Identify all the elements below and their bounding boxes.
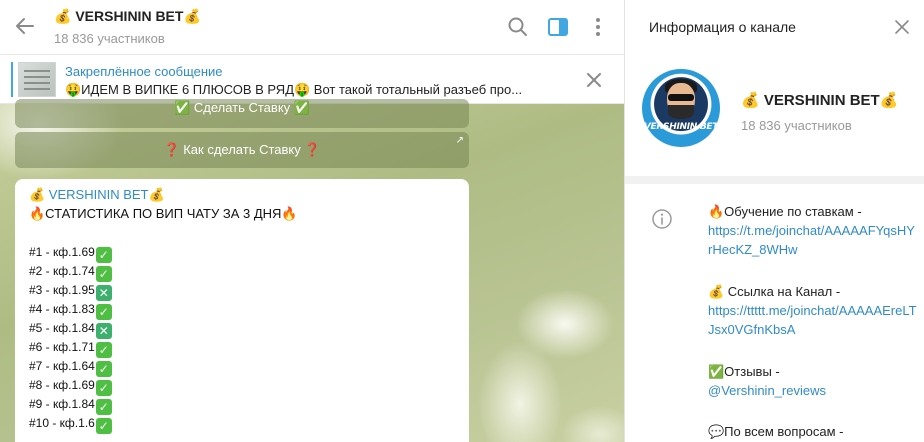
check-mark-icon: ✓ bbox=[95, 266, 112, 282]
search-icon[interactable] bbox=[506, 15, 530, 39]
message-bubble: 💰 VERSHININ BET💰 🔥СТАТИСТИКА ПО ВИП ЧАТУ… bbox=[15, 179, 469, 442]
stat-row: #1 - кф.1.69 ✓ bbox=[29, 243, 112, 263]
make-bet-label: ✅ Сделать Ставку ✅ bbox=[174, 100, 310, 115]
check-mark-icon: ✓ bbox=[95, 304, 112, 320]
stat-row: #5 - кф.1.84 ✕ bbox=[29, 319, 112, 339]
more-vertical-icon[interactable] bbox=[586, 15, 610, 39]
pinned-title: Закреплённое сообщение bbox=[65, 64, 223, 79]
info-section-label: 🔥Обучение по ставкам - bbox=[708, 204, 862, 219]
check-mark-icon: ✓ bbox=[95, 361, 112, 377]
external-link-icon: ↗ bbox=[455, 135, 464, 146]
stat-label: #1 - кф.1.69 bbox=[29, 245, 95, 259]
message-sender[interactable]: 💰 VERSHININ BET💰 bbox=[29, 187, 165, 203]
close-icon[interactable] bbox=[894, 19, 910, 35]
make-bet-button[interactable]: ✅ Сделать Ставку ✅ bbox=[15, 99, 469, 128]
info-panel-title: Информация о канале bbox=[649, 19, 796, 35]
chat-pane: 💰 VERSHININ BET💰 18 836 участников Закре… bbox=[0, 0, 624, 442]
info-section-label: 💬По всем вопросам - bbox=[708, 424, 844, 439]
info-section-training: 🔥Обучение по ставкам - https://t.me/join… bbox=[708, 202, 918, 259]
stat-label: #10 - кф.1.6 bbox=[29, 416, 95, 430]
chat-header[interactable]: 💰 VERSHININ BET💰 18 836 участников bbox=[0, 0, 624, 55]
channel-member-count: 18 836 участников bbox=[741, 118, 852, 133]
info-section-label: ✅Отзывы - bbox=[708, 364, 780, 379]
stat-label: #7 - кф.1.64 bbox=[29, 359, 95, 373]
check-mark-icon: ✓ bbox=[95, 342, 112, 358]
stat-row: #9 - кф.1.84 ✓ bbox=[29, 395, 112, 415]
cross-mark-icon: ✕ bbox=[95, 285, 112, 301]
info-icon bbox=[652, 209, 672, 229]
stat-row: #7 - кф.1.64 ✓ bbox=[29, 357, 112, 377]
channel-info-panel: Информация о канале VERSHININ BET 💰 VERS… bbox=[624, 0, 924, 442]
chat-member-count: 18 836 участников bbox=[54, 31, 165, 46]
avatar-beard bbox=[668, 105, 694, 119]
stat-label: #5 - кф.1.84 bbox=[29, 321, 95, 335]
how-to-bet-label: ❓ Как сделать Ставку ❓ bbox=[163, 142, 321, 157]
chat-title[interactable]: 💰 VERSHININ BET💰 bbox=[54, 8, 201, 25]
cross-mark-icon: ✕ bbox=[95, 323, 112, 339]
info-section-link[interactable]: https://ttttt.me/joinchat/AAAAAEreLTJsx0… bbox=[708, 301, 918, 339]
pinned-accent-bar bbox=[11, 62, 13, 97]
pinned-preview-text: 🤑ИДЕМ В ВИПКЕ 6 ПЛЮСОВ В РЯД🤑 Вот такой … bbox=[65, 82, 523, 97]
message-headline: 🔥СТАТИСТИКА ПО ВИП ЧАТУ ЗА 3 ДНЯ🔥 bbox=[29, 206, 298, 221]
stat-label: #3 - кф.1.95 bbox=[29, 283, 95, 297]
stat-label: #8 - кф.1.69 bbox=[29, 378, 95, 392]
info-section-link[interactable]: @Vershinin_reviews bbox=[708, 381, 918, 400]
info-section-link[interactable]: https://t.me/joinchat/AAAAAFYqsHYrHecKZ_… bbox=[708, 221, 918, 259]
channel-profile: VERSHININ BET 💰 VERSHININ BET💰 18 836 уч… bbox=[625, 55, 924, 176]
stat-row: #10 - кф.1.6 ✓ bbox=[29, 414, 112, 434]
stat-label: #4 - кф.1.83 bbox=[29, 302, 95, 316]
check-mark-icon: ✓ bbox=[95, 418, 112, 434]
pinned-message-bar[interactable]: Закреплённое сообщение 🤑ИДЕМ В ВИПКЕ 6 П… bbox=[0, 55, 624, 104]
sidebar-toggle-icon[interactable] bbox=[546, 15, 570, 39]
pinned-thumbnail bbox=[18, 62, 56, 97]
info-section-label: 💰 Ссылка на Канал - bbox=[708, 284, 841, 299]
stat-label: #6 - кф.1.71 bbox=[29, 340, 95, 354]
check-mark-icon: ✓ bbox=[95, 380, 112, 396]
avatar[interactable]: VERSHININ BET bbox=[642, 69, 720, 147]
check-mark-icon: ✓ bbox=[95, 399, 112, 415]
info-section-reviews: ✅Отзывы - @Vershinin_reviews bbox=[708, 362, 918, 400]
how-to-bet-button[interactable]: ❓ Как сделать Ставку ❓ ↗ bbox=[15, 132, 469, 168]
channel-name: 💰 VERSHININ BET💰 bbox=[741, 92, 899, 109]
stat-label: #2 - кф.1.74 bbox=[29, 264, 95, 278]
stat-row: #3 - кф.1.95 ✕ bbox=[29, 281, 112, 301]
stat-row: #8 - кф.1.69 ✓ bbox=[29, 376, 112, 396]
stat-label: #9 - кф.1.84 bbox=[29, 397, 95, 411]
stat-row: #6 - кф.1.71 ✓ bbox=[29, 338, 112, 358]
info-section-questions: 💬По всем вопросам - bbox=[708, 422, 918, 441]
back-arrow-icon[interactable] bbox=[14, 15, 36, 37]
info-section-channel-link: 💰 Ссылка на Канал - https://ttttt.me/joi… bbox=[708, 282, 918, 339]
stat-row: #2 - кф.1.74 ✓ bbox=[29, 262, 112, 282]
channel-description: 🔥Обучение по ставкам - https://t.me/join… bbox=[625, 184, 924, 442]
close-icon[interactable] bbox=[586, 72, 602, 88]
info-panel-header: Информация о канале bbox=[625, 0, 924, 55]
check-mark-icon: ✓ bbox=[95, 247, 112, 263]
avatar-glasses bbox=[668, 94, 694, 101]
stat-row: #4 - кф.1.83 ✓ bbox=[29, 300, 112, 320]
avatar-logo-text: VERSHININ BET bbox=[643, 122, 719, 132]
